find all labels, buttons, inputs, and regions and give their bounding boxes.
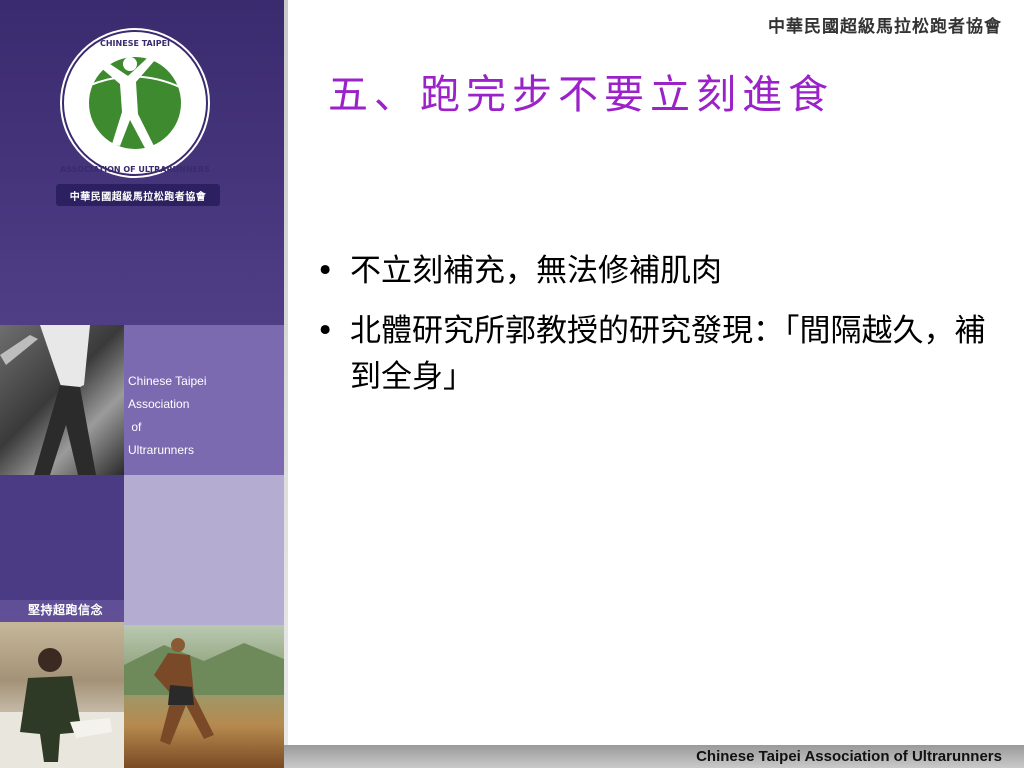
association-name-block: Chinese Taipei Association of Ultrarunne… [128,370,278,462]
assoc-line: of [128,420,142,434]
association-logo: CHINESE TAIPEI ASSOCIATION OF ULTRARUNNE… [60,28,210,178]
bullet-marker: • [316,253,335,289]
footer-bar: Chinese Taipei Association of Ultrarunne… [284,745,1024,768]
seated-man-illustration [0,648,124,768]
bullet-text: 不立刻補充，無法修補肌肉 [350,253,722,289]
bullet-text: 北體研究所郭教授的研究發現：「間隔越久，補到全身」 [350,313,986,395]
seated-man-photo [0,622,124,768]
assoc-line: Ultrarunners [128,443,195,457]
logo-ring-text-bottom: ASSOCIATION OF ULTRARUNNERS [60,165,210,174]
logo-ring-text-top: CHINESE TAIPEI [100,39,170,48]
assoc-line: Association [128,397,190,411]
bullet-list: • 不立刻補充，無法修補肌肉 • 北體研究所郭教授的研究發現：「間隔越久，補到全… [310,248,1000,414]
slide-title: 五、跑完步不要立刻進食 [328,72,834,118]
bullet-item: • 北體研究所郭教授的研究發現：「間隔越久，補到全身」 [310,308,1000,400]
bullet-marker: • [316,313,335,349]
footer-text: Chinese Taipei Association of Ultrarunne… [696,748,1002,765]
header-org-name: 中華民國超級馬拉松跑者協會 [768,17,1002,37]
assoc-line: Chinese Taipei [128,374,207,388]
sidebar-divider [284,0,288,745]
logo-caption: 中華民國超級馬拉松跑者協會 [56,184,220,206]
purple-panel [0,475,124,600]
runner-legs-photo [0,325,124,475]
bullet-item: • 不立刻補充，無法修補肌肉 [310,248,1000,294]
light-lilac-panel [124,475,284,625]
runner-legs-illustration [0,325,96,475]
motto: 堅持超跑信念 [28,603,104,617]
ancient-runner-illustration [124,638,284,745]
ancient-runner-painting [124,625,284,768]
sidebar: CHINESE TAIPEI ASSOCIATION OF ULTRARUNNE… [0,0,284,768]
